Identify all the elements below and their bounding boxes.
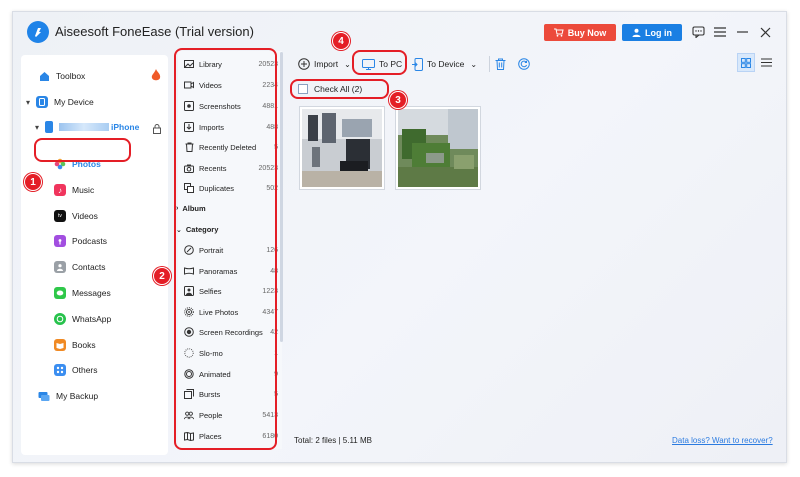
feedback-icon[interactable] <box>689 22 707 42</box>
sidebar-item-podcasts[interactable]: Podcasts <box>54 235 107 247</box>
step-marker-3: 3 <box>389 91 407 109</box>
sidebar-item-my-backup[interactable]: My Backup <box>38 390 98 402</box>
music-icon: ♪ <box>54 184 66 196</box>
sidebar-item-messages[interactable]: Messages <box>54 287 111 299</box>
my-device-label: My Device <box>54 97 94 107</box>
login-label: Log in <box>645 27 672 38</box>
sidebar-item-books[interactable]: Books <box>54 339 96 351</box>
sidebar-label: Others <box>72 365 98 375</box>
device-icon <box>36 96 49 108</box>
chevron-down-icon: ▾ <box>35 122 40 132</box>
trash-icon <box>495 58 506 70</box>
fire-icon <box>151 69 161 87</box>
home-icon <box>38 70 50 82</box>
chevron-down-icon: ⌄ <box>470 59 478 69</box>
category-scrollbar[interactable] <box>280 52 283 342</box>
contacts-icon <box>54 261 66 273</box>
import-button[interactable]: Import ⌄ <box>298 56 351 72</box>
menu-icon[interactable] <box>711 22 729 42</box>
photo-image <box>398 109 478 187</box>
highlight-check-all <box>290 79 389 99</box>
sidebar-item-iphone[interactable]: ▾ iPhone <box>35 121 139 133</box>
buy-now-button[interactable]: Buy Now <box>544 24 616 41</box>
lock-icon <box>153 121 161 139</box>
sidebar-label: Books <box>72 340 96 350</box>
step-marker-4: 4 <box>332 32 350 50</box>
sidebar-item-contacts[interactable]: Contacts <box>54 261 106 273</box>
sidebar-item-whatsapp[interactable]: WhatsApp <box>54 313 111 325</box>
import-label: Import <box>314 59 339 69</box>
delete-button[interactable] <box>495 56 506 72</box>
list-view-icon[interactable] <box>757 53 775 72</box>
user-icon <box>632 28 641 37</box>
photo-thumbnail[interactable] <box>299 106 385 190</box>
toolbar-divider <box>489 56 490 72</box>
my-backup-label: My Backup <box>56 391 99 401</box>
device-name-blur <box>59 123 110 131</box>
title-bar: Aiseesoft FoneEase (Trial version) Buy N… <box>13 12 786 52</box>
chevron-down-icon: ⌄ <box>344 59 351 69</box>
toolbox-label: Toolbox <box>56 71 86 81</box>
sidebar-label: Contacts <box>72 262 106 272</box>
total-files-status: Total: 2 files | 5.11 MB <box>294 436 372 445</box>
sidebar-label: Music <box>72 185 95 195</box>
highlight-photos <box>34 138 131 162</box>
chevron-down-icon: ▾ <box>26 97 31 107</box>
highlight-category-list <box>174 48 277 450</box>
sidebar-item-my-device[interactable]: ▾ My Device <box>26 96 94 108</box>
sidebar-label: Podcasts <box>72 236 107 246</box>
books-icon <box>54 339 66 351</box>
whatsapp-icon <box>54 313 66 325</box>
sidebar: Toolbox ▾ My Device ▾ iPhone Photos ♪ Mu… <box>21 55 168 455</box>
minimize-icon[interactable] <box>733 22 751 42</box>
app-window: Aiseesoft FoneEase (Trial version) Buy N… <box>12 11 787 463</box>
step-marker-1: 1 <box>24 173 42 191</box>
recover-link[interactable]: Data loss? Want to recover? <box>672 436 773 445</box>
app-logo-icon <box>27 21 49 43</box>
sidebar-item-toolbox[interactable]: Toolbox <box>38 70 85 82</box>
appletv-icon: tv <box>54 210 66 222</box>
to-device-button[interactable]: To Device ⌄ <box>412 56 477 72</box>
buy-now-label: Buy Now <box>567 27 607 38</box>
add-circle-icon <box>298 58 310 70</box>
sidebar-label: WhatsApp <box>72 314 112 324</box>
iphone-icon <box>45 121 54 133</box>
refresh-icon <box>518 58 530 70</box>
to-device-label: To Device <box>427 59 465 69</box>
sidebar-label: Messages <box>72 288 111 298</box>
refresh-button[interactable] <box>518 56 530 72</box>
app-title: Aiseesoft FoneEase (Trial version) <box>55 24 254 39</box>
sidebar-item-others[interactable]: Others <box>54 364 98 376</box>
messages-icon <box>54 287 66 299</box>
highlight-to-pc <box>352 50 407 75</box>
backup-icon <box>38 390 50 402</box>
grid-view-icon[interactable] <box>737 53 755 72</box>
sidebar-item-music[interactable]: ♪ Music <box>54 184 94 196</box>
sidebar-item-videos[interactable]: tv Videos <box>54 210 98 222</box>
others-icon <box>54 364 66 376</box>
photo-thumbnail[interactable] <box>395 106 481 190</box>
sidebar-label: Videos <box>72 211 98 221</box>
cart-icon <box>553 28 564 37</box>
step-marker-2: 2 <box>153 267 171 285</box>
phone-export-icon <box>412 57 423 71</box>
device-name-label: iPhone <box>111 122 140 132</box>
login-button[interactable]: Log in <box>622 24 682 41</box>
podcasts-icon <box>54 235 66 247</box>
close-icon[interactable] <box>756 22 774 42</box>
photo-image <box>302 109 382 187</box>
